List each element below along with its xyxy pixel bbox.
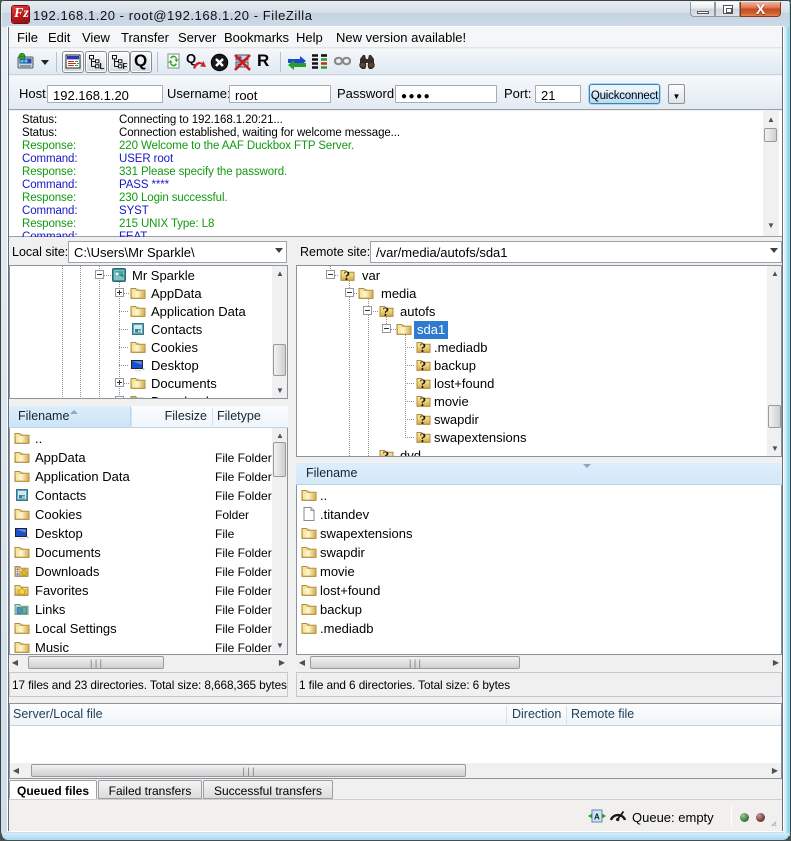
svg-text:A: A — [594, 813, 600, 822]
svg-text:F: F — [123, 62, 128, 70]
svg-text:L: L — [100, 62, 105, 70]
